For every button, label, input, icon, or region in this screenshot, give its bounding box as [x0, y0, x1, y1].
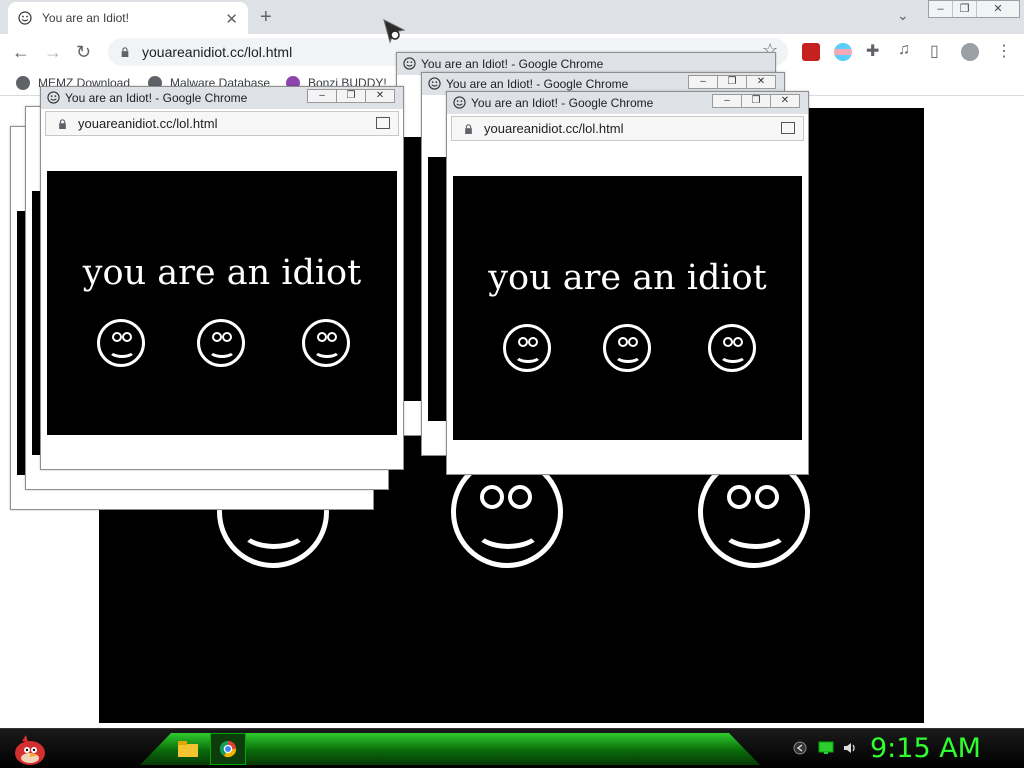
smiley-icon	[503, 324, 551, 372]
side-panel-icon[interactable]: ▯	[930, 41, 939, 61]
popup-page-content: you are an idiot	[47, 171, 397, 435]
taskbar-clock[interactable]: 9:15 AM	[870, 733, 981, 764]
notification-chevron-icon[interactable]	[792, 741, 808, 755]
open-in-chrome-icon[interactable]	[376, 117, 390, 129]
popup-minimize-button[interactable]: –	[688, 75, 718, 89]
popup-message: you are an idiot	[488, 258, 767, 298]
angry-bird-start-icon[interactable]	[8, 731, 48, 767]
popup-minimize-button[interactable]: –	[307, 89, 337, 103]
mouse-cursor-icon	[383, 19, 406, 44]
smiley-icon	[603, 324, 651, 372]
smiley-icon	[403, 57, 416, 70]
forward-arrow-icon[interactable]: →	[44, 42, 62, 63]
tab-you-are-an-idiot[interactable]: You are an Idiot! ✕	[8, 2, 248, 34]
smiley-icon	[18, 11, 32, 25]
lock-icon	[465, 124, 472, 134]
network-icon[interactable]	[818, 741, 834, 755]
popup-restore-button[interactable]: ❐	[717, 75, 747, 89]
popup-window-right[interactable]: You are an Idiot! - Google Chrome – ❐ ✕ …	[446, 91, 809, 475]
volume-icon[interactable]	[842, 741, 858, 755]
media-icon[interactable]: ♫	[898, 41, 910, 59]
popup-page-content: you are an idiot	[453, 176, 802, 440]
popup-address-bar[interactable]: youareanidiot.cc/lol.html	[45, 111, 399, 136]
lock-icon	[59, 119, 66, 129]
flag-extension-icon[interactable]	[834, 43, 852, 61]
chrome-icon	[219, 740, 237, 758]
lock-icon	[121, 47, 129, 57]
chrome-taskbar-button[interactable]	[210, 733, 246, 765]
folder-icon[interactable]	[172, 735, 204, 763]
url-text: youareanidiot.cc/lol.html	[142, 44, 293, 60]
popup-message: you are an idiot	[82, 253, 362, 293]
restore-button[interactable]: ❐	[953, 1, 977, 17]
reload-icon[interactable]: ↻	[76, 42, 91, 63]
tab-strip: You are an Idiot! ✕ + ⌄ – ❐ ✕	[0, 0, 1024, 34]
popup-close-button[interactable]: ✕	[365, 89, 395, 103]
popup-title: You are an Idiot! - Google Chrome	[421, 57, 604, 71]
popup-url: youareanidiot.cc/lol.html	[484, 121, 624, 136]
tab-search-chevron-icon[interactable]: ⌄	[897, 7, 909, 24]
smiley-icon	[47, 91, 60, 104]
close-button[interactable]: ✕	[977, 1, 1019, 17]
smiley-icon	[428, 77, 441, 90]
popup-title: You are an Idiot! - Google Chrome	[446, 77, 629, 91]
profile-icon[interactable]	[961, 43, 979, 61]
smiley-icon	[453, 96, 466, 109]
menu-kebab-icon[interactable]: ⋮	[996, 41, 1012, 61]
open-in-chrome-icon[interactable]	[781, 122, 795, 134]
smiley-icon	[708, 324, 756, 372]
extensions-icon[interactable]: ✚	[866, 41, 879, 61]
popup-title: You are an Idiot! - Google Chrome	[65, 91, 248, 105]
popup-address-bar[interactable]: youareanidiot.cc/lol.html	[451, 116, 804, 141]
popup-close-button[interactable]: ✕	[746, 75, 776, 89]
back-arrow-icon[interactable]: ←	[12, 42, 30, 63]
smiley-icon	[302, 319, 350, 367]
popup-close-button[interactable]: ✕	[770, 94, 800, 108]
popup-window-left[interactable]: You are an Idiot! - Google Chrome – ❐ ✕ …	[40, 86, 404, 470]
popup-title: You are an Idiot! - Google Chrome	[471, 96, 654, 110]
ublock-extension-icon[interactable]	[802, 43, 820, 61]
window-controls: – ❐ ✕	[928, 0, 1020, 18]
smiley-icon	[97, 319, 145, 367]
smiley-icon	[197, 319, 245, 367]
popup-minimize-button[interactable]: –	[712, 94, 742, 108]
new-tab-button[interactable]: +	[260, 6, 272, 29]
tab-title: You are an Idiot!	[42, 11, 129, 25]
close-tab-icon[interactable]: ✕	[225, 10, 238, 28]
popup-restore-button[interactable]: ❐	[741, 94, 771, 108]
popup-restore-button[interactable]: ❐	[336, 89, 366, 103]
globe-icon	[16, 76, 30, 90]
taskbar: 9:15 AM	[0, 728, 1024, 768]
popup-url: youareanidiot.cc/lol.html	[78, 116, 218, 131]
minimize-button[interactable]: –	[929, 1, 953, 17]
